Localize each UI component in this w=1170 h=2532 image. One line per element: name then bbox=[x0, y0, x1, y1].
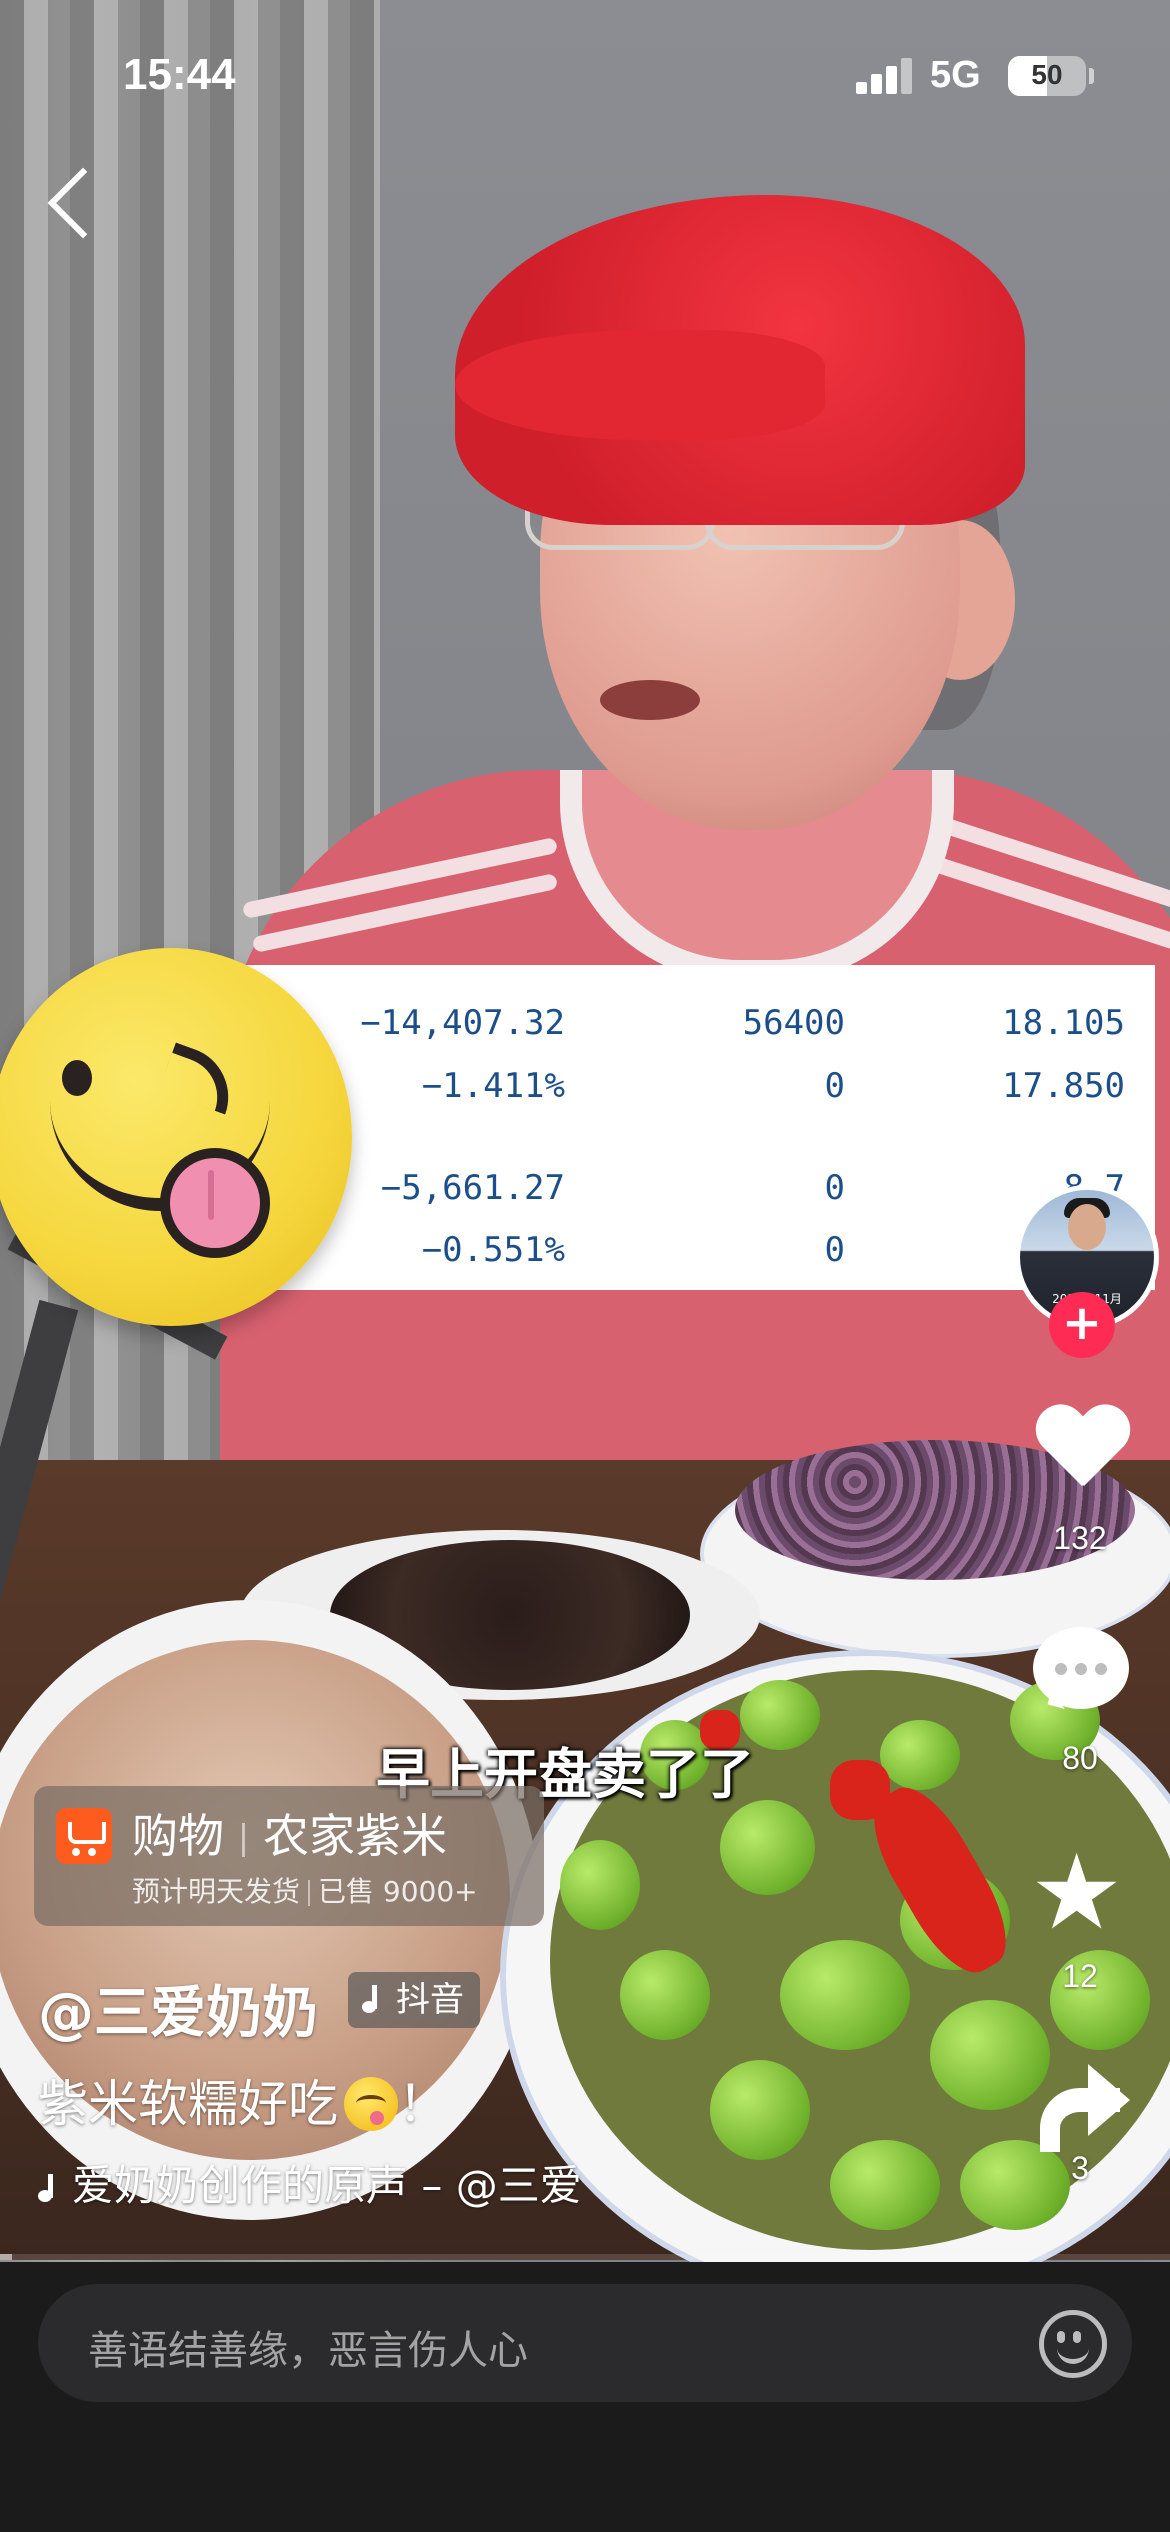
battery-level: 50 bbox=[1031, 59, 1063, 90]
sold-count: 已售 9000+ bbox=[318, 1875, 478, 1908]
table-cell: 0 bbox=[824, 1168, 845, 1208]
battery-icon: 50 bbox=[1008, 56, 1086, 96]
avatar-head bbox=[1068, 1204, 1106, 1250]
share-icon[interactable] bbox=[1030, 2060, 1130, 2152]
bean bbox=[560, 1840, 640, 1930]
red-pepper bbox=[830, 1760, 890, 1820]
platform-badge-label: 抖音 bbox=[396, 1980, 464, 2020]
table-row: −1.411% 0 17.850 bbox=[215, 1066, 1155, 1126]
emoji-button-icon[interactable] bbox=[1039, 2310, 1107, 2378]
signal-icon bbox=[856, 58, 914, 94]
shopping-label: 购物 bbox=[132, 1809, 224, 1863]
heart-icon[interactable] bbox=[1034, 1406, 1130, 1496]
share-count: 3 bbox=[1071, 2150, 1089, 2186]
favorite-count: 12 bbox=[1062, 1958, 1098, 1994]
emoji-tongue bbox=[160, 1148, 270, 1258]
music-title: 爱奶奶创作的原声 – @三爱 bbox=[72, 2161, 582, 2210]
follow-button[interactable]: + bbox=[1049, 1292, 1115, 1358]
music-info[interactable]: 爱奶奶创作的原声 – @三爱 bbox=[38, 2152, 582, 2213]
bean bbox=[620, 1950, 710, 2040]
comment-count: 80 bbox=[1062, 1740, 1098, 1776]
comment-input[interactable]: 善语结善缘，恶言伤人心 bbox=[38, 2284, 1132, 2402]
table-row: −14,407.32 56400 18.105 bbox=[215, 1003, 1155, 1063]
person-mouth bbox=[600, 680, 700, 720]
comment-icon[interactable] bbox=[1033, 1627, 1129, 1709]
battery-tip bbox=[1089, 68, 1094, 84]
description-text: 紫米软糯好吃 bbox=[38, 2075, 338, 2133]
bean bbox=[830, 2140, 940, 2230]
network-type: 5G bbox=[930, 54, 981, 96]
description-suffix: ！ bbox=[398, 2075, 448, 2133]
bean bbox=[720, 1800, 815, 1895]
bean bbox=[880, 1720, 960, 1790]
shopping-cart-icon bbox=[56, 1808, 112, 1864]
status-time: 15:44 bbox=[123, 50, 236, 99]
comment-placeholder: 善语结善缘，恶言伤人心 bbox=[88, 2328, 528, 2374]
table-cell: 56400 bbox=[742, 1003, 845, 1043]
table-cell: 0 bbox=[824, 1066, 845, 1106]
table-row: −0.551% 0 bbox=[215, 1230, 1155, 1290]
bean bbox=[710, 2060, 810, 2160]
table-row: −5,661.27 0 8.7 bbox=[215, 1168, 1155, 1228]
stock-data-overlay: −14,407.32 56400 18.105 −1.411% 0 17.850… bbox=[215, 965, 1155, 1290]
shopping-card[interactable]: 购物 农家紫米 预计明天发货 已售 9000+ bbox=[34, 1786, 544, 1926]
product-name: 农家紫米 bbox=[263, 1809, 447, 1863]
platform-badge: 抖音 bbox=[348, 1972, 480, 2028]
like-count: 132 bbox=[1053, 1520, 1107, 1556]
table-cell: 18.105 bbox=[1002, 1003, 1125, 1043]
wink-tongue-emoji-sticker bbox=[0, 948, 352, 1326]
music-note-icon bbox=[38, 2174, 58, 2204]
smiling-emoji-icon bbox=[344, 2077, 398, 2131]
table-cell: 17.850 bbox=[1002, 1066, 1125, 1106]
video-progress-bar[interactable] bbox=[0, 2254, 1170, 2260]
music-note-icon bbox=[362, 1985, 382, 2015]
red-cap-brim bbox=[455, 330, 825, 440]
shopping-title: 购物 农家紫米 bbox=[132, 1800, 447, 1866]
star-icon[interactable]: ★ bbox=[1030, 1840, 1123, 1944]
shipping-info: 预计明天发货 bbox=[132, 1875, 301, 1908]
author-name[interactable]: @三爱奶奶 bbox=[38, 1968, 318, 2049]
table-cell: 0 bbox=[824, 1230, 845, 1270]
shopping-meta: 预计明天发货 已售 9000+ bbox=[132, 1870, 478, 1910]
video-progress-fill bbox=[0, 2254, 12, 2260]
video-description[interactable]: 紫米软糯好吃 ！ bbox=[38, 2064, 448, 2136]
bean bbox=[780, 1940, 910, 2050]
